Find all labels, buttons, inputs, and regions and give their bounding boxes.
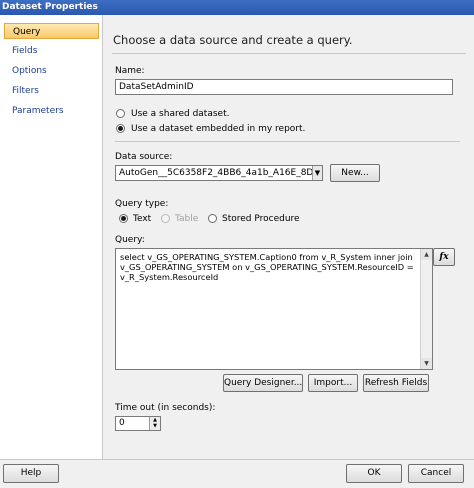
footer-divider [0, 459, 474, 460]
sidebar: Query Fields Options Filters Parameters [0, 15, 103, 459]
query-textarea[interactable]: select v_GS_OPERATING_SYSTEM.Caption0 fr… [115, 248, 433, 370]
sidebar-item-query[interactable]: Query [4, 23, 99, 39]
querytype-text-label: Text [133, 214, 152, 224]
import-button[interactable]: Import... [308, 374, 358, 392]
ok-button[interactable]: OK [346, 464, 402, 483]
query-scrollbar[interactable]: ▲ ▼ [420, 249, 432, 369]
sidebar-item-fields[interactable]: Fields [4, 43, 99, 59]
scroll-up-icon[interactable]: ▲ [421, 249, 432, 260]
divider [112, 53, 466, 54]
sidebar-item-parameters[interactable]: Parameters [4, 103, 99, 119]
dataset-properties-dialog: Dataset Properties Query Fields Options … [0, 0, 474, 488]
radio-shared-label: Use a shared dataset. [131, 109, 230, 119]
page-title: Choose a data source and create a query. [113, 33, 353, 47]
main-panel: Choose a data source and create a query.… [104, 15, 474, 459]
help-button[interactable]: Help [3, 464, 59, 483]
radio-embedded-dataset[interactable] [116, 124, 125, 133]
sidebar-item-options[interactable]: Options [4, 63, 99, 79]
timeout-label: Time out (in seconds): [115, 403, 216, 413]
chevron-down-icon[interactable]: ▼ [312, 166, 322, 180]
querytype-label: Query type: [115, 199, 169, 209]
query-line: select v_GS_OPERATING_SYSTEM.Caption0 fr… [120, 252, 413, 262]
window-title: Dataset Properties [0, 0, 474, 15]
querytype-table-label: Table [175, 214, 199, 224]
query-line: v_GS_OPERATING_SYSTEM on v_GS_OPERATING_… [120, 262, 414, 272]
query-designer-button[interactable]: Query Designer... [223, 374, 303, 392]
scroll-down-icon[interactable]: ▼ [421, 358, 432, 369]
query-line: v_R_System.ResourceId [120, 272, 219, 282]
timeout-value: 0 [119, 418, 125, 428]
timeout-stepper[interactable]: 0 ▲ ▼ [115, 416, 161, 431]
spin-down-icon[interactable]: ▼ [150, 423, 160, 429]
divider [115, 141, 460, 142]
radio-querytype-stored-procedure[interactable] [208, 214, 217, 223]
name-label: Name: [115, 66, 145, 76]
radio-querytype-text[interactable] [119, 214, 128, 223]
sidebar-item-filters[interactable]: Filters [4, 83, 99, 99]
radio-querytype-table[interactable] [161, 214, 170, 223]
datasource-select[interactable]: AutoGen__5C6358F2_4BB6_4a1b_A16E_8D96795… [115, 165, 323, 181]
name-field[interactable]: DataSetAdminID [115, 79, 453, 95]
querytype-sp-label: Stored Procedure [222, 214, 300, 224]
radio-embedded-label: Use a dataset embedded in my report. [131, 124, 306, 134]
refresh-fields-button[interactable]: Refresh Fields [363, 374, 429, 392]
datasource-value: AutoGen__5C6358F2_4BB6_4a1b_A16E_8D96795… [119, 168, 322, 178]
datasource-label: Data source: [115, 152, 173, 162]
cancel-button[interactable]: Cancel [408, 464, 464, 483]
query-label: Query: [115, 235, 145, 245]
expression-button[interactable]: fx [433, 248, 455, 266]
spinner-buttons[interactable]: ▲ ▼ [149, 417, 160, 430]
new-datasource-button[interactable]: New... [330, 164, 380, 182]
radio-shared-dataset[interactable] [116, 109, 125, 118]
